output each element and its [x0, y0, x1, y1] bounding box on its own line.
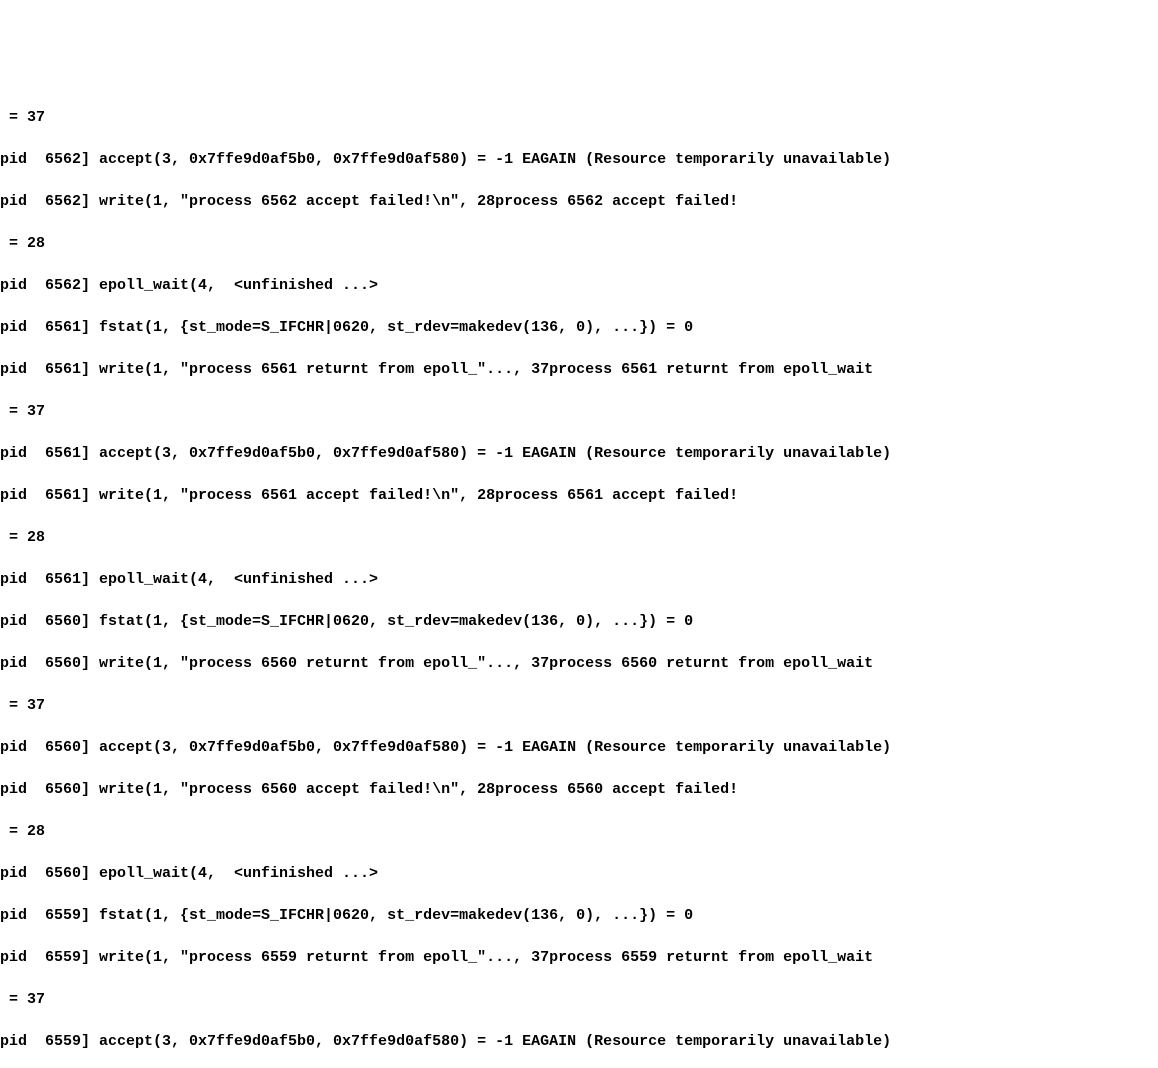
strace-line: pid 6560] epoll_wait(4, <unfinished ...> — [0, 863, 1158, 884]
strace-line: pid 6561] write(1, "process 6561 accept … — [0, 485, 1158, 506]
strace-line: = 28 — [0, 821, 1158, 842]
strace-line: pid 6561] fstat(1, {st_mode=S_IFCHR|0620… — [0, 317, 1158, 338]
strace-line: pid 6561] accept(3, 0x7ffe9d0af5b0, 0x7f… — [0, 443, 1158, 464]
strace-line: pid 6560] write(1, "process 6560 accept … — [0, 779, 1158, 800]
strace-line: pid 6562] write(1, "process 6562 accept … — [0, 191, 1158, 212]
strace-line: pid 6561] write(1, "process 6561 returnt… — [0, 359, 1158, 380]
strace-line: pid 6560] fstat(1, {st_mode=S_IFCHR|0620… — [0, 611, 1158, 632]
strace-line: pid 6559] fstat(1, {st_mode=S_IFCHR|0620… — [0, 905, 1158, 926]
strace-line: pid 6559] accept(3, 0x7ffe9d0af5b0, 0x7f… — [0, 1031, 1158, 1052]
strace-line: pid 6559] write(1, "process 6559 returnt… — [0, 947, 1158, 968]
strace-line: = 37 — [0, 989, 1158, 1010]
strace-line: pid 6561] epoll_wait(4, <unfinished ...> — [0, 569, 1158, 590]
strace-line: = 37 — [0, 695, 1158, 716]
strace-line: = 37 — [0, 401, 1158, 422]
strace-line: = 28 — [0, 233, 1158, 254]
strace-line: pid 6562] epoll_wait(4, <unfinished ...> — [0, 275, 1158, 296]
strace-line: = 37 — [0, 107, 1158, 128]
strace-line: = 28 — [0, 527, 1158, 548]
strace-line: pid 6560] write(1, "process 6560 returnt… — [0, 653, 1158, 674]
strace-line: pid 6560] accept(3, 0x7ffe9d0af5b0, 0x7f… — [0, 737, 1158, 758]
terminal-output: = 37 pid 6562] accept(3, 0x7ffe9d0af5b0,… — [0, 86, 1158, 1068]
strace-line: pid 6562] accept(3, 0x7ffe9d0af5b0, 0x7f… — [0, 149, 1158, 170]
